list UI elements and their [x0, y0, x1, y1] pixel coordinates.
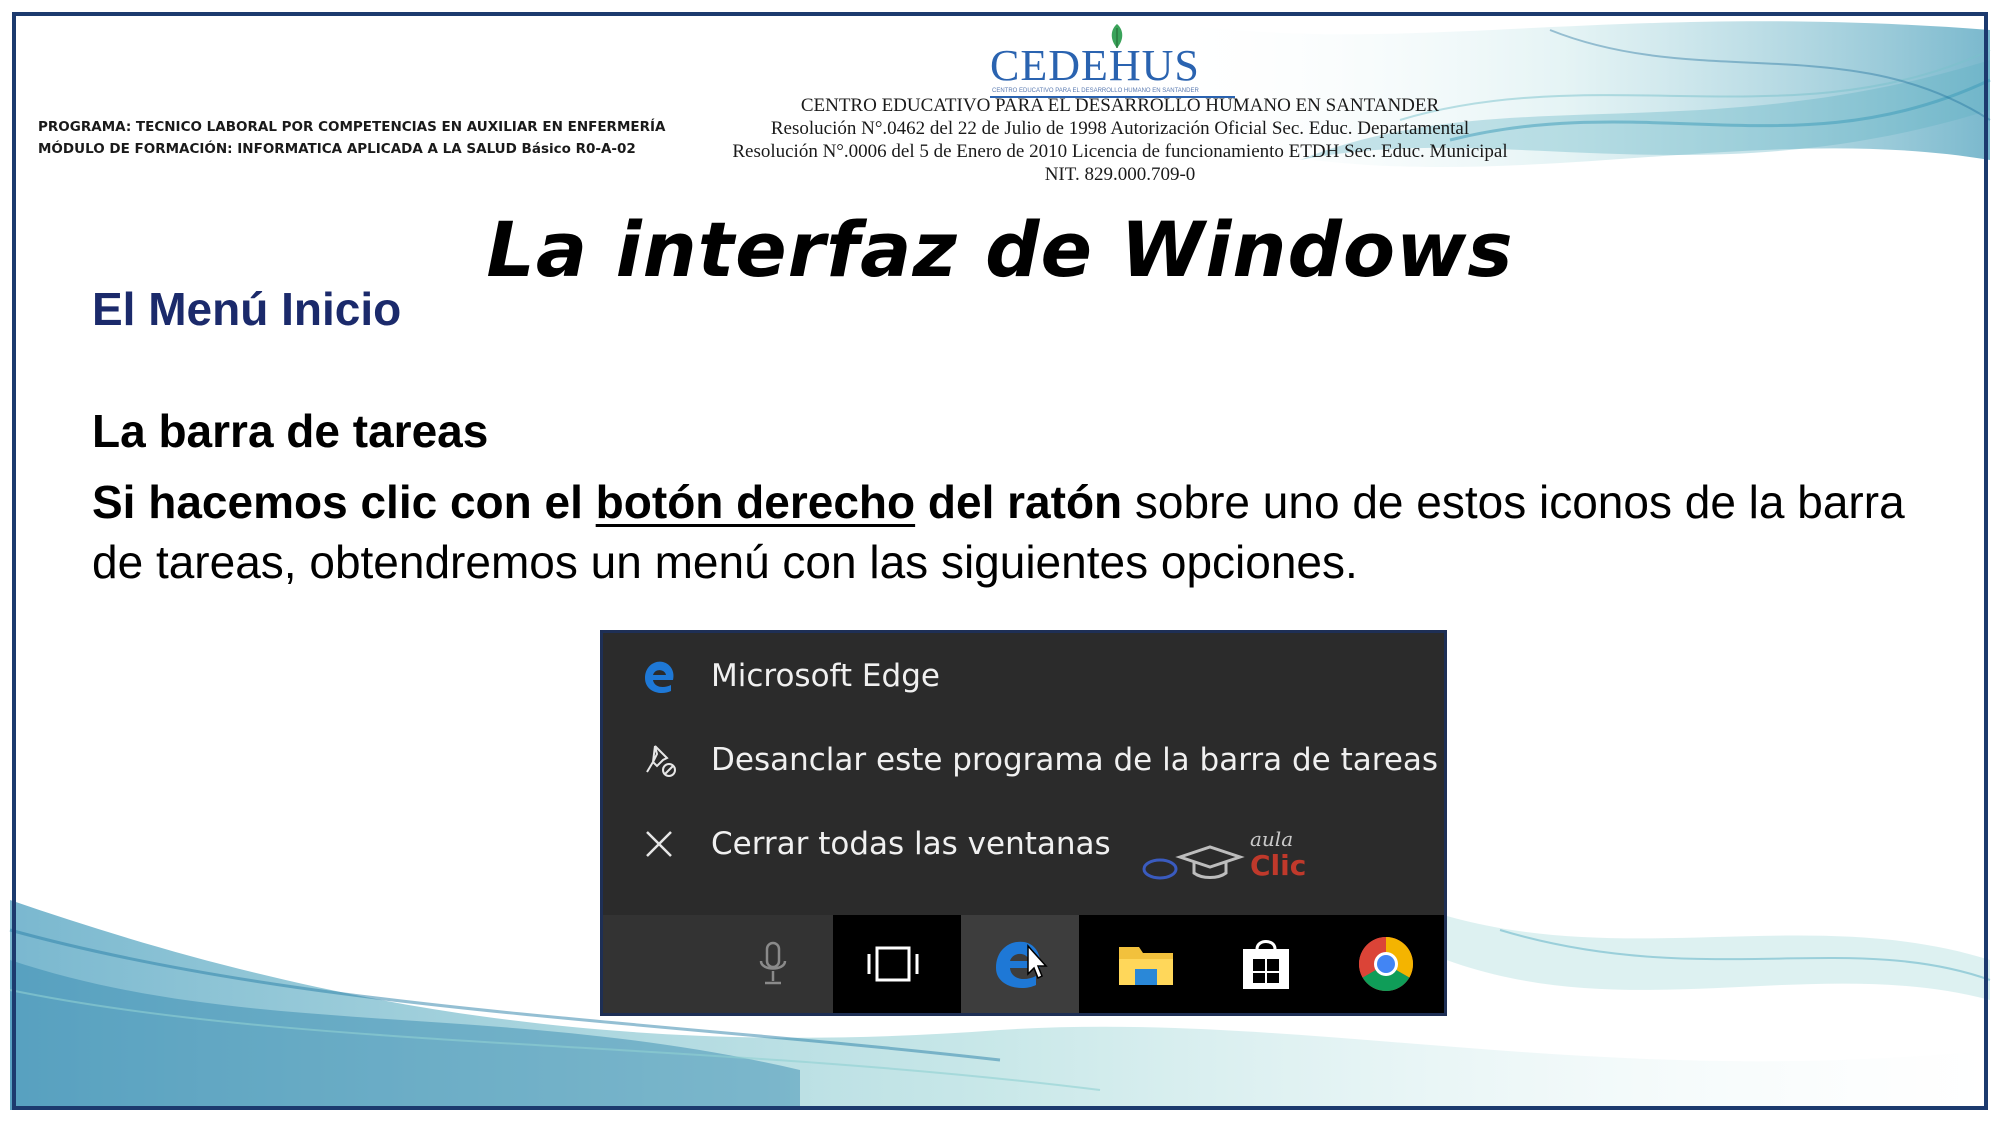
menu-item-unpin[interactable]: Desanclar este programa de la barra de t… [603, 725, 1444, 795]
taskbar-edge[interactable] [961, 915, 1079, 1013]
taskbar-task-view[interactable] [833, 915, 953, 1013]
institution-name: CENTRO EDUCATIVO PARA EL DESARROLLO HUMA… [800, 95, 1440, 116]
cursor-icon [1027, 944, 1048, 980]
context-menu: Microsoft Edge Desanclar este programa d… [603, 633, 1444, 915]
program-info: PROGRAMA: TECNICO LABORAL POR COMPETENCI… [38, 116, 665, 160]
menu-item-close-all[interactable]: Cerrar todas las ventanas [603, 809, 1444, 879]
module-line: MÓDULO DE FORMACIÓN: INFORMATICA APLICAD… [38, 141, 636, 157]
nit: NIT. 829.000.709-0 [1044, 164, 1196, 185]
body-paragraph: Si hacemos clic con el botón derecho del… [92, 472, 1912, 592]
resolution-1: Resolución N°.0462 del 22 de Julio de 19… [770, 118, 1470, 139]
taskbar-store[interactable] [1206, 915, 1326, 1013]
file-explorer-icon [1119, 947, 1173, 985]
store-icon [1243, 940, 1289, 989]
aulaclic-watermark: aula Clic [1140, 825, 1310, 895]
unpin-icon [639, 740, 679, 780]
menu-label-unpin: Desanclar este programa de la barra de t… [711, 742, 1439, 778]
resolution-2: Resolución N°.0006 del 5 de Enero de 201… [732, 141, 1508, 162]
body-bold-1: Si hacemos clic con el [92, 476, 596, 528]
taskbar [603, 915, 1444, 1013]
edge-icon [639, 656, 679, 696]
taskbar-chrome[interactable] [1326, 915, 1444, 1013]
body-underlined: botón derecho [595, 476, 916, 528]
close-icon [639, 824, 679, 864]
slide: PROGRAMA: TECNICO LABORAL POR COMPETENCI… [0, 0, 2000, 1125]
body-bold-2: del ratón [915, 476, 1123, 528]
taskbar-microphone[interactable] [713, 915, 833, 1013]
menu-label-close-all: Cerrar todas las ventanas [711, 826, 1111, 862]
taskbar-screenshot: Microsoft Edge Desanclar este programa d… [603, 633, 1444, 1013]
logo-text: CEDEHUS [990, 41, 1200, 90]
watermark-clic: Clic [1250, 849, 1307, 882]
watermark-aula: aula [1250, 827, 1294, 851]
menu-label-edge: Microsoft Edge [711, 658, 940, 694]
program-line: PROGRAMA: TECNICO LABORAL POR COMPETENCI… [38, 119, 666, 135]
chrome-icon [1358, 937, 1414, 992]
section-heading: La barra de tareas [92, 405, 489, 457]
slide-subtitle: El Menú Inicio [92, 283, 402, 335]
task-view-icon [867, 946, 919, 982]
menu-item-edge[interactable]: Microsoft Edge [603, 641, 1444, 711]
edge-icon [996, 941, 1048, 989]
microphone-icon [759, 941, 787, 985]
cedehus-logo: CEDEHUS CENTRO EDUCATIVO PARA EL DESARRO… [990, 22, 1240, 98]
institution-info: CENTRO EDUCATIVO PARA EL DESARROLLO HUMA… [620, 94, 1620, 186]
taskbar-file-explorer[interactable] [1086, 915, 1206, 1013]
graduation-cap-icon [1142, 845, 1245, 880]
slide-title: La interfaz de Windows [486, 205, 1514, 294]
